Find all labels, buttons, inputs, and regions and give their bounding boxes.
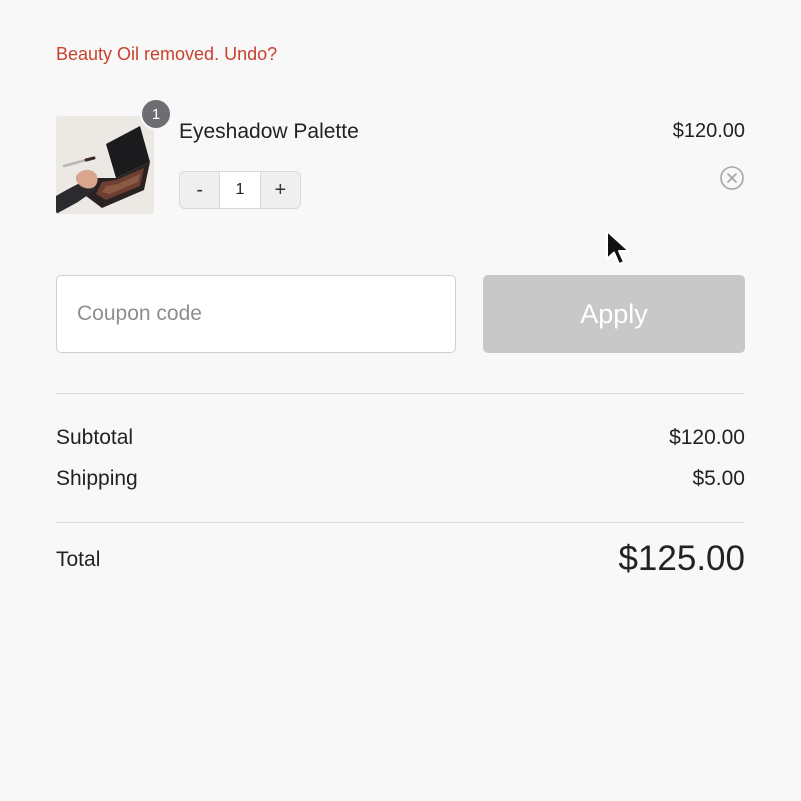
increment-button[interactable]: + [261, 172, 300, 208]
product-image [56, 116, 154, 214]
remove-item-button[interactable] [719, 165, 745, 191]
shipping-label: Shipping [56, 467, 138, 490]
apply-coupon-button[interactable]: Apply [483, 275, 745, 353]
removal-notice-message: Beauty Oil removed. [56, 44, 220, 64]
decrement-button[interactable]: - [180, 172, 219, 208]
quantity-value[interactable]: 1 [219, 172, 261, 208]
mouse-pointer-icon [605, 229, 635, 271]
subtotal-label: Subtotal [56, 426, 134, 449]
item-quantity-badge: 1 [140, 98, 172, 130]
quantity-stepper: - 1 + [179, 171, 301, 209]
product-name: Eyeshadow Palette [179, 120, 359, 143]
coupon-code-input[interactable] [56, 275, 456, 353]
product-price: $120.00 [672, 120, 745, 142]
total-value: $125.00 [618, 539, 745, 578]
removal-notice: Beauty Oil removed. Undo? [56, 44, 277, 65]
shipping-value: $5.00 [692, 467, 745, 490]
summary-divider-bottom [56, 522, 745, 523]
close-circle-icon [720, 166, 744, 190]
undo-link[interactable]: Undo? [224, 44, 277, 64]
summary-divider-top [56, 393, 745, 394]
eyeshadow-palette-photo [56, 116, 154, 214]
subtotal-value: $120.00 [669, 426, 745, 449]
product-thumbnail [56, 116, 154, 214]
total-label: Total [56, 548, 101, 571]
